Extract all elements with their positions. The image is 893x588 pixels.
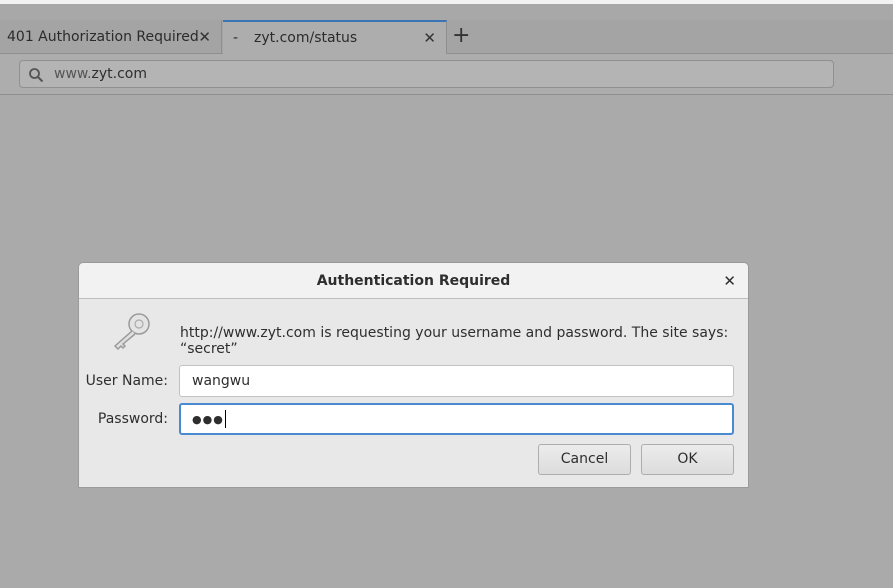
ok-button[interactable]: OK <box>641 444 734 475</box>
cancel-button[interactable]: Cancel <box>538 444 631 475</box>
url-domain: zyt.com <box>91 66 147 82</box>
tab-zyt-status[interactable]: - zyt.com/status ✕ <box>223 20 447 55</box>
username-input[interactable]: wangwu <box>179 365 734 397</box>
url-bar[interactable]: www.zyt.com <box>19 60 834 88</box>
close-tab-icon[interactable]: ✕ <box>423 22 436 54</box>
url-prefix: www. <box>54 66 92 82</box>
auth-dialog: Authentication Required ✕ http://www.zyt… <box>78 262 749 488</box>
close-tab-icon[interactable]: ✕ <box>198 20 211 54</box>
dialog-title: Authentication Required <box>316 273 511 289</box>
window-title: Mozilla Firefox <box>363 0 463 8</box>
new-tab-button[interactable]: + <box>452 20 470 52</box>
dialog-message: http://www.zyt.com is requesting your us… <box>180 325 729 357</box>
tab-label: zyt.com/status <box>254 30 358 46</box>
username-value: wangwu <box>192 373 251 389</box>
username-label: User Name: <box>85 373 168 389</box>
tab-401-authorization[interactable]: 401 Authorization Required ✕ <box>0 20 222 54</box>
nav-bar: www.zyt.com <box>0 54 893 95</box>
loading-icon: - <box>233 30 239 46</box>
password-label: Password: <box>97 411 168 427</box>
password-input[interactable]: ●●● <box>179 403 734 435</box>
password-value: ●●● <box>192 413 224 426</box>
close-icon[interactable]: ✕ <box>723 263 736 299</box>
key-icon <box>113 313 150 351</box>
tab-bar: 401 Authorization Required ✕ - zyt.com/s… <box>0 20 893 55</box>
dialog-header: Authentication Required ✕ <box>79 263 748 299</box>
window-titlebar: Mozilla Firefox <box>0 0 893 20</box>
text-caret <box>224 410 226 428</box>
search-icon <box>29 68 44 83</box>
tab-label: 401 Authorization Required <box>7 29 199 45</box>
